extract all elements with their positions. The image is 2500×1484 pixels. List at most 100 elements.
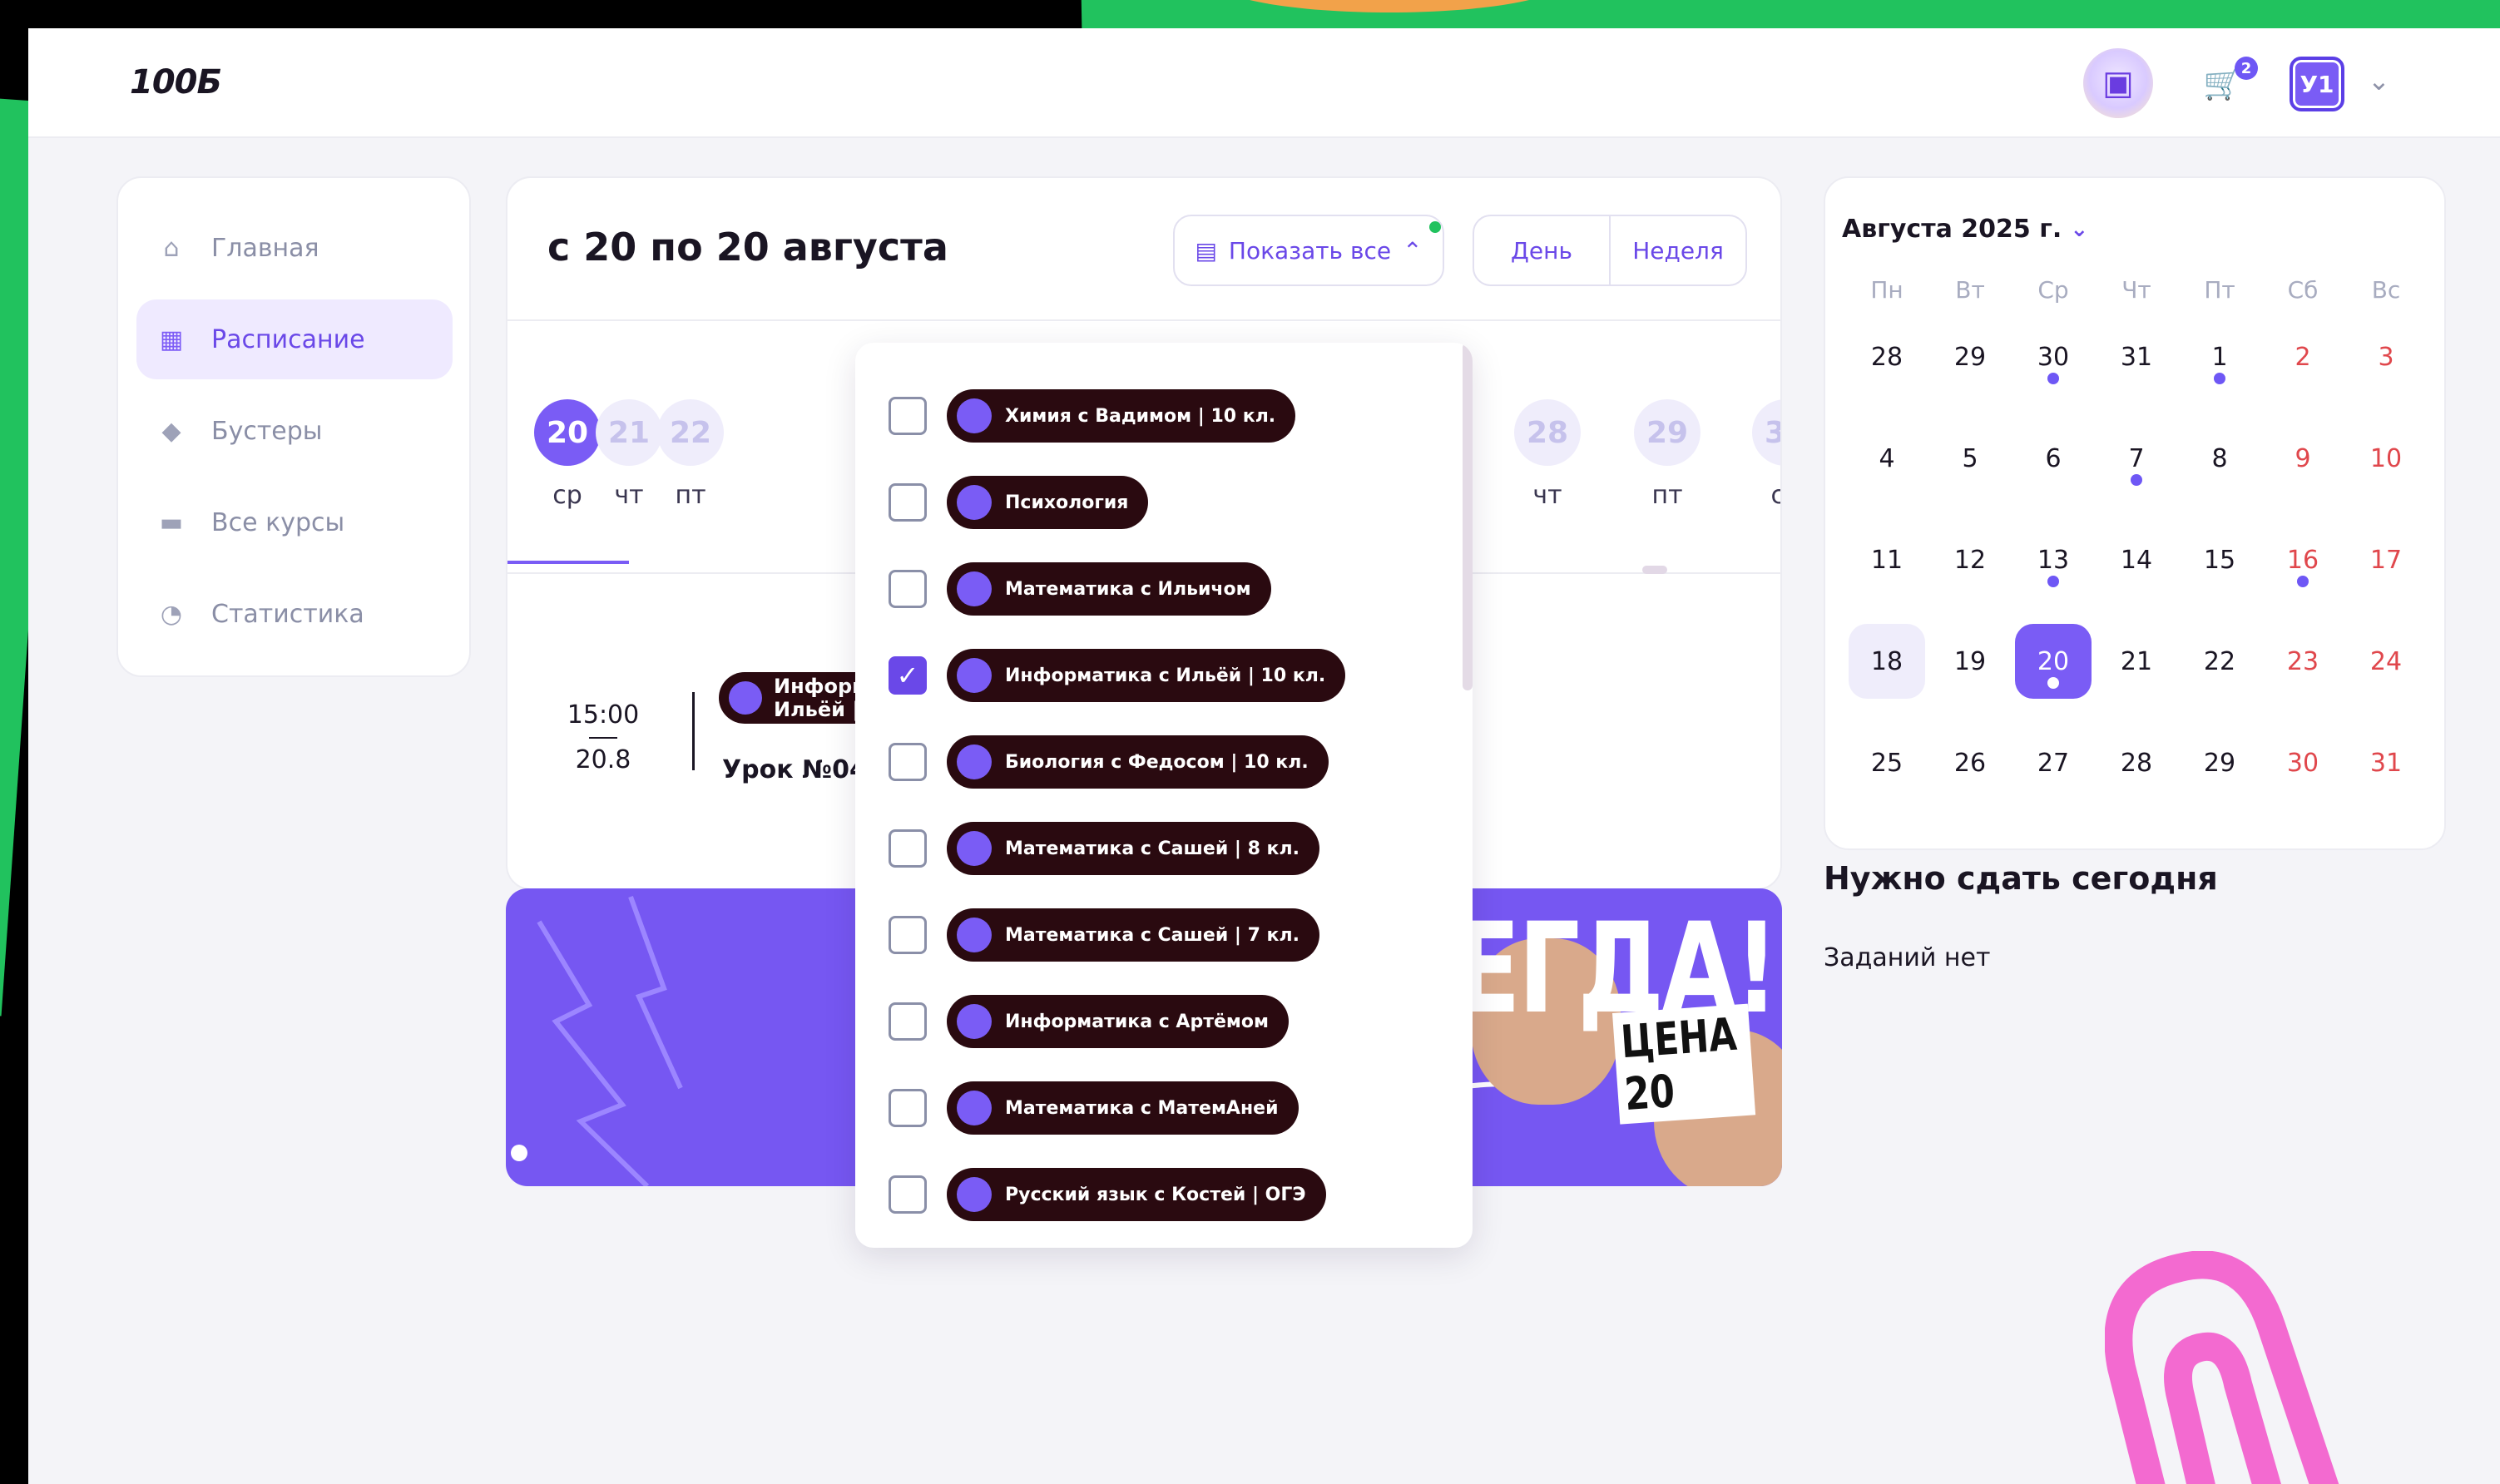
checkbox[interactable] — [889, 916, 927, 954]
avatar[interactable]: У1 — [2290, 57, 2344, 111]
day-tab[interactable]: 21 чт — [596, 399, 662, 510]
calendar-day-number: 21 — [2120, 646, 2153, 676]
day-tab[interactable]: 20 ср — [534, 399, 601, 510]
calendar-day[interactable]: 21 — [2095, 624, 2178, 699]
day-tab[interactable]: 28 чт — [1514, 399, 1581, 510]
checkbox[interactable] — [889, 483, 927, 522]
calendar-day[interactable]: 4 — [1845, 421, 1928, 496]
calendar-day[interactable]: 16 — [2261, 522, 2344, 597]
course-avatar — [957, 831, 992, 866]
calendar-day-number: 31 — [2369, 748, 2403, 778]
calendar-day[interactable]: 31 — [2344, 725, 2428, 800]
due-today-title: Нужно сдать сегодня — [1824, 860, 2218, 897]
sidebar-item-label: Главная — [211, 233, 319, 263]
sidebar-item-courses[interactable]: ▬ Все курсы — [136, 482, 453, 562]
checkbox[interactable] — [889, 1175, 927, 1214]
calendar-day[interactable]: 20 — [2015, 624, 2092, 699]
scroll-indicator[interactable] — [1642, 566, 1667, 574]
calendar-day[interactable]: 6 — [2012, 421, 2095, 496]
filter-option[interactable]: Математика с Сашей | 8 кл. — [889, 822, 1319, 875]
weekday-label: Вс — [2371, 276, 2401, 304]
chevron-down-icon[interactable]: ⌄ — [2368, 65, 2390, 96]
filter-option[interactable]: Химия с Вадимом | 10 кл. — [889, 389, 1296, 443]
checkbox[interactable] — [889, 1002, 927, 1041]
calendar-day[interactable]: 5 — [1928, 421, 2012, 496]
calendar-day[interactable]: 31 — [2095, 319, 2178, 394]
calendar-day[interactable]: 30 — [2261, 725, 2344, 800]
calendar-day-number: 1 — [2211, 342, 2228, 372]
calendar-day[interactable]: 26 — [1928, 725, 2012, 800]
calendar-day[interactable]: 27 — [2012, 725, 2095, 800]
filter-button[interactable]: ▤ Показать все ⌃ — [1173, 215, 1444, 286]
calendar-day[interactable]: 28 — [2095, 725, 2178, 800]
calendar-day[interactable]: 17 — [2344, 522, 2428, 597]
course-label: Психология — [1005, 492, 1129, 513]
checkbox[interactable] — [889, 829, 927, 868]
filter-option[interactable]: Математика с Ильичом — [889, 562, 1271, 616]
course-tag: Психология — [947, 476, 1149, 529]
chevron-down-icon: ⌄ — [2070, 216, 2089, 242]
calendar-day[interactable]: 30 — [2012, 319, 2095, 394]
month-selector[interactable]: Августа 2025 г. ⌄ — [1842, 215, 2088, 244]
app-window: 100Б ▣ 🛒 2 У1 ⌄ ⌂ Главная ▦ Расписание ◆… — [28, 28, 2500, 1484]
calendar-day[interactable]: 3 — [2344, 319, 2428, 394]
day-tab[interactable]: 29 пт — [1634, 399, 1700, 510]
sidebar-item-statistics[interactable]: ◔ Статистика — [136, 574, 453, 654]
course-tag: Информатика с Ильёй | 10 кл. — [947, 649, 1346, 702]
day-weekday: ср — [552, 481, 582, 510]
weekday-label: Пт — [2204, 276, 2235, 304]
calendar-day[interactable]: 8 — [2178, 421, 2261, 496]
sidebar-item-home[interactable]: ⌂ Главная — [136, 208, 453, 288]
calendar-day[interactable]: 24 — [2344, 624, 2428, 699]
calendar-day-number: 6 — [2045, 443, 2062, 473]
calendar-day-number: 16 — [2286, 545, 2319, 575]
calendar-day[interactable]: 22 — [2178, 624, 2261, 699]
pie-chart-icon: ◔ — [160, 599, 183, 629]
calendar-day[interactable]: 11 — [1845, 522, 1928, 597]
chevron-up-icon: ⌃ — [1403, 236, 1423, 265]
checkbox[interactable] — [889, 1089, 927, 1127]
day-tab[interactable]: 30 сб — [1752, 399, 1780, 510]
calendar-day[interactable]: 28 — [1845, 319, 1928, 394]
gift-button[interactable]: ▣ — [2083, 48, 2153, 118]
view-week-button[interactable]: Неделя — [1609, 216, 1745, 284]
filter-option[interactable]: Математика с Сашей | 7 кл. — [889, 908, 1319, 962]
calendar-day[interactable]: 29 — [2178, 725, 2261, 800]
filter-option[interactable]: Психология — [889, 476, 1149, 529]
sidebar-item-schedule[interactable]: ▦ Расписание — [136, 299, 453, 379]
calendar-day[interactable]: 9 — [2261, 421, 2344, 496]
calendar-day[interactable]: 25 — [1845, 725, 1928, 800]
calendar-day[interactable]: 13 — [2012, 522, 2095, 597]
view-day-button[interactable]: День — [1474, 216, 1609, 284]
event-dot — [2047, 677, 2059, 689]
calendar-day[interactable]: 29 — [1928, 319, 2012, 394]
logo[interactable]: 100Б — [130, 63, 222, 101]
filter-option[interactable]: Математика с МатемАней — [889, 1081, 1299, 1135]
sidebar-item-boosters[interactable]: ◆ Бустеры — [136, 391, 453, 471]
course-label: Биология с Федосом | 10 кл. — [1005, 751, 1309, 773]
filter-option[interactable]: ✓ Информатика с Ильёй | 10 кл. — [889, 649, 1346, 702]
day-tab[interactable]: 22 пт — [657, 399, 724, 510]
calendar-day[interactable]: 15 — [2178, 522, 2261, 597]
course-avatar — [957, 1177, 992, 1212]
calendar-day[interactable]: 19 — [1928, 624, 2012, 699]
filter-option[interactable]: Информатика с Артёмом — [889, 995, 1289, 1048]
calendar-day[interactable]: 1 — [2178, 319, 2261, 394]
filter-option[interactable]: Биология с Федосом | 10 кл. — [889, 735, 1329, 789]
calendar-day[interactable]: 2 — [2261, 319, 2344, 394]
calendar-day[interactable]: 12 — [1928, 522, 2012, 597]
checkbox[interactable] — [889, 743, 927, 781]
calendar-day[interactable]: 23 — [2261, 624, 2344, 699]
checkbox[interactable] — [889, 570, 927, 608]
calendar-day[interactable]: 7 — [2095, 421, 2178, 496]
calendar-day[interactable]: 14 — [2095, 522, 2178, 597]
filter-option[interactable]: Русский язык с Костей | ОГЭ — [889, 1168, 1326, 1221]
calendar-day-number: 10 — [2369, 443, 2403, 473]
checkbox[interactable] — [889, 397, 927, 435]
calendar-day[interactable]: 18 — [1849, 624, 1925, 699]
checkbox-checked[interactable]: ✓ — [889, 656, 927, 695]
dropdown-scrollbar[interactable] — [1463, 343, 1473, 690]
calendar-day[interactable]: 10 — [2344, 421, 2428, 496]
calendar-day-number: 5 — [1962, 443, 1978, 473]
lesson-title[interactable]: Урок №04 — [722, 755, 867, 784]
